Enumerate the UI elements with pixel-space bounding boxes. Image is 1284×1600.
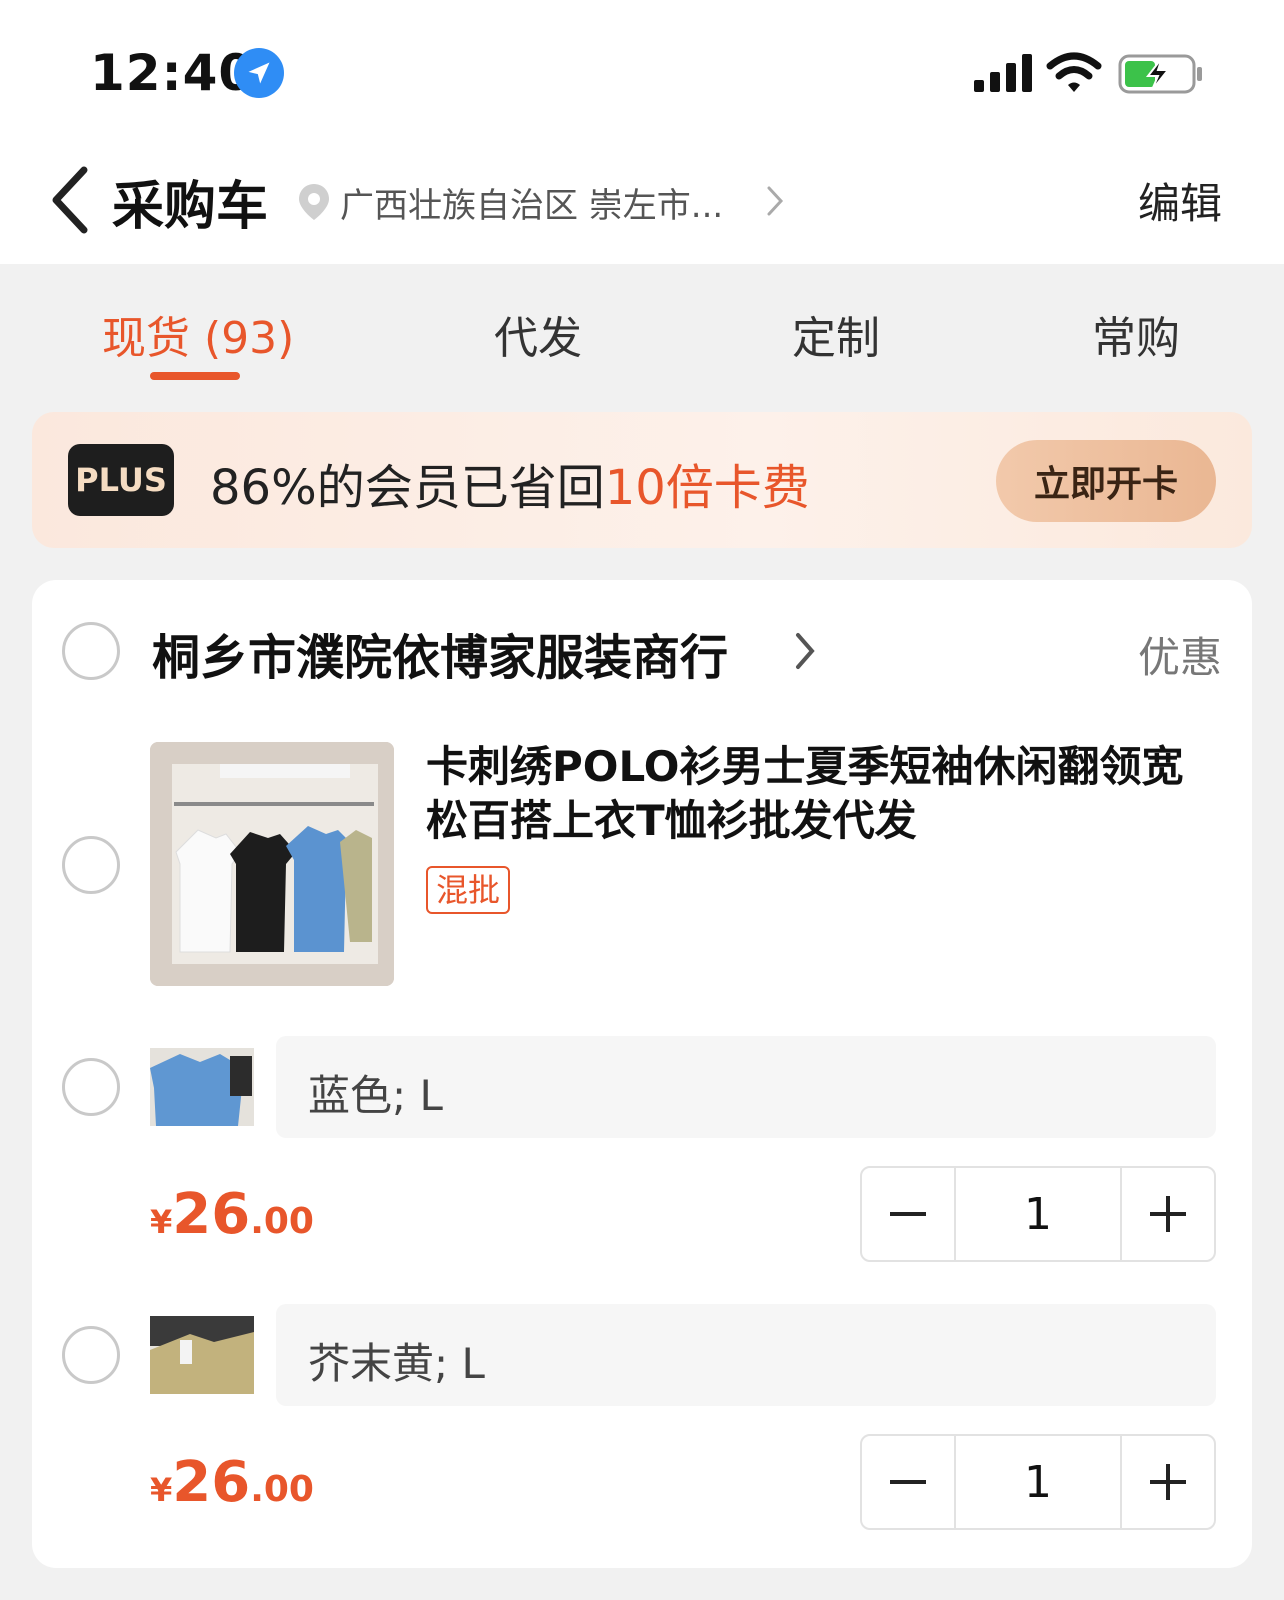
tab-custom[interactable]: 定制: [792, 302, 880, 366]
shop-name[interactable]: 桐乡市濮院依博家服装商行: [152, 618, 728, 688]
plus-promo-text: 86%的会员已省回10倍卡费: [210, 448, 810, 518]
plus-icon: [1150, 1464, 1186, 1500]
status-bar: 12:40: [0, 0, 1284, 140]
discount-link[interactable]: 优惠: [1138, 624, 1222, 685]
sku-select-radio[interactable]: [62, 1326, 120, 1384]
increase-button[interactable]: [1122, 1168, 1214, 1260]
tab-dropship[interactable]: 代发: [494, 302, 582, 366]
quantity-input[interactable]: 1: [954, 1436, 1122, 1528]
price-integer: 26: [172, 1450, 251, 1515]
sku-spec-selector[interactable]: 蓝色; L: [276, 1036, 1216, 1138]
price-currency: ¥: [150, 1471, 173, 1509]
price-decimal: .00: [250, 1469, 314, 1510]
back-arrow-icon[interactable]: [46, 164, 94, 236]
price-integer: 26: [172, 1182, 251, 1247]
quantity-stepper: 1: [860, 1166, 1216, 1262]
mixed-wholesale-tag: 混批: [426, 866, 511, 914]
minus-icon: [890, 1212, 926, 1216]
plus-promo-highlight: 10倍卡费: [604, 460, 810, 516]
decrease-button[interactable]: [862, 1168, 954, 1260]
sku-price: ¥26.00: [150, 1450, 314, 1515]
sku-select-radio[interactable]: [62, 1058, 120, 1116]
decrease-button[interactable]: [862, 1436, 954, 1528]
status-time: 12:40: [90, 44, 255, 102]
nav-bar: 采购车 广西壮族自治区 崇左市... 编辑: [0, 140, 1284, 264]
sku-price: ¥26.00: [150, 1182, 314, 1247]
sku-spec-text: 芥末黄; L: [308, 1339, 485, 1388]
location-arrow-icon: [234, 48, 284, 98]
sku-spec-text: 蓝色; L: [308, 1071, 443, 1120]
plus-icon: [1150, 1196, 1186, 1232]
wifi-icon: [1046, 52, 1102, 92]
chevron-right-icon: [767, 186, 784, 216]
tab-active-indicator: [150, 372, 240, 380]
plus-badge: PLUS: [68, 444, 174, 516]
price-decimal: .00: [250, 1201, 314, 1242]
signal-icon: [974, 54, 1032, 92]
tab-in-stock[interactable]: 现货 (93): [102, 302, 294, 366]
page-title: 采购车: [112, 177, 269, 237]
plus-membership-banner[interactable]: PLUS 86%的会员已省回10倍卡费 立即开卡: [32, 412, 1252, 548]
edit-button[interactable]: 编辑: [1138, 170, 1222, 231]
delivery-address[interactable]: 广西壮族自治区 崇左市...: [340, 178, 723, 227]
shop-card: 桐乡市濮院依博家服装商行 优惠 卡刺绣POLO衫男士夏季短袖休闲翻领宽松百搭上衣…: [32, 580, 1252, 1568]
chevron-right-icon: [796, 633, 815, 669]
sku-thumbnail[interactable]: [150, 1048, 254, 1126]
product-image[interactable]: [150, 742, 394, 986]
shop-select-radio[interactable]: [62, 622, 120, 680]
battery-charging-icon: [1118, 54, 1202, 94]
quantity-stepper: 1: [860, 1434, 1216, 1530]
product-select-radio[interactable]: [62, 836, 120, 894]
quantity-input[interactable]: 1: [954, 1168, 1122, 1260]
open-card-button[interactable]: 立即开卡: [996, 440, 1216, 522]
minus-icon: [890, 1480, 926, 1484]
tab-frequent[interactable]: 常购: [1092, 302, 1180, 366]
tab-bar: 现货 (93) 代发 定制 常购: [0, 264, 1284, 394]
location-pin-icon: [299, 184, 329, 220]
price-currency: ¥: [150, 1203, 173, 1241]
plus-promo-main: 86%的会员已省回: [210, 460, 605, 516]
increase-button[interactable]: [1122, 1436, 1214, 1528]
sku-thumbnail[interactable]: [150, 1316, 254, 1394]
sku-spec-selector[interactable]: 芥末黄; L: [276, 1304, 1216, 1406]
product-title[interactable]: 卡刺绣POLO衫男士夏季短袖休闲翻领宽松百搭上衣T恤衫批发代发: [426, 740, 1216, 848]
